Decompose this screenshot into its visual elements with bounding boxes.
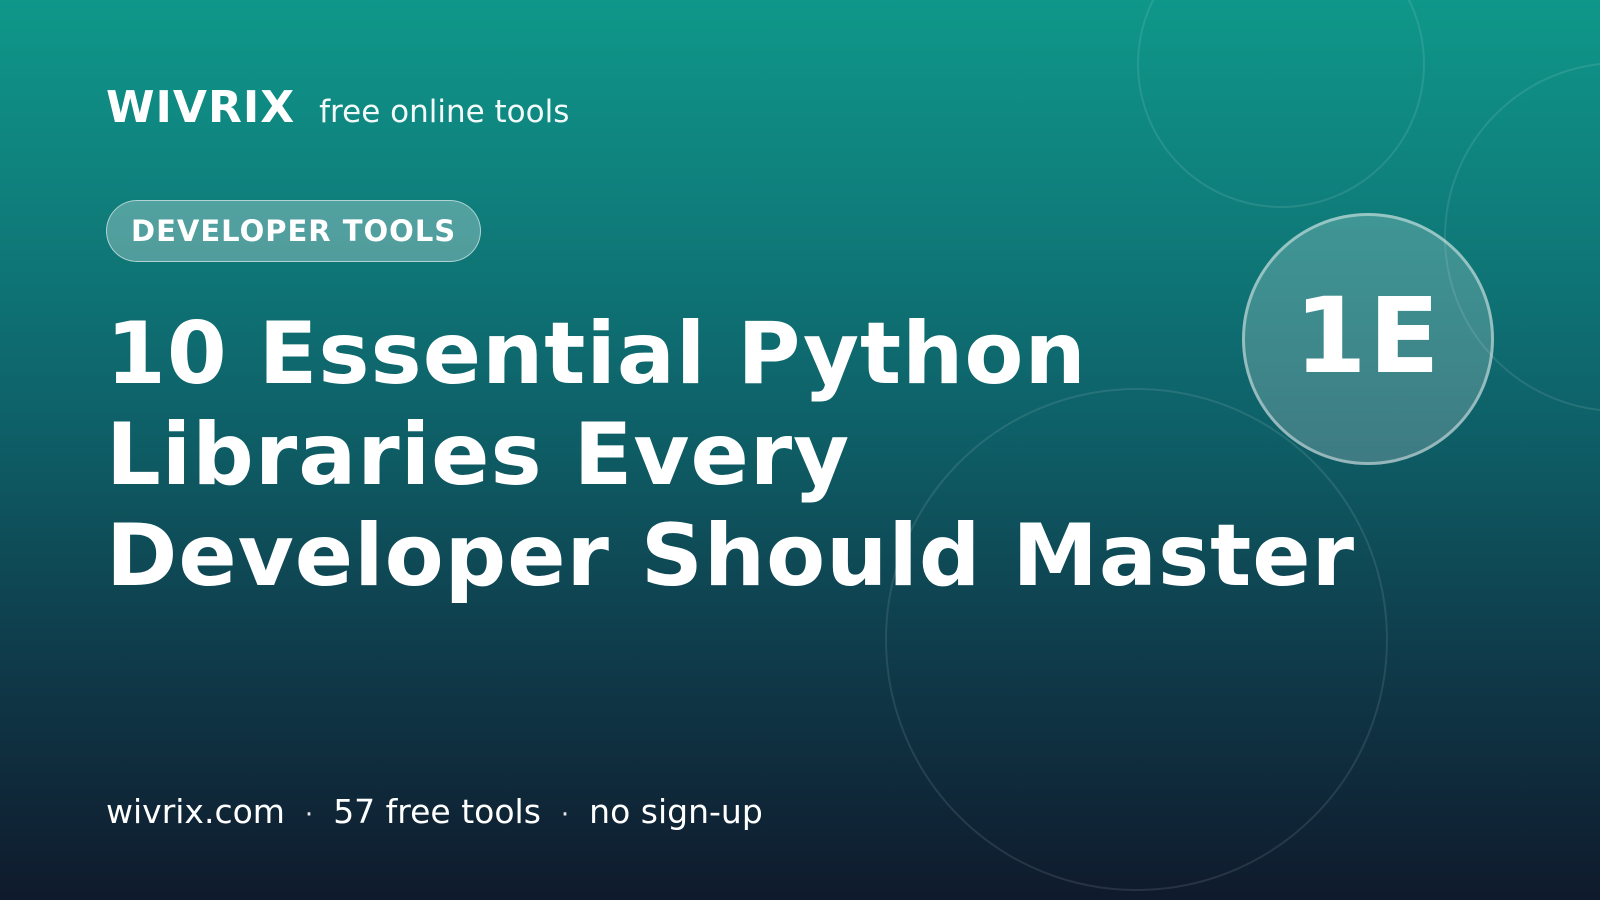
footer-site: wivrix.com [106,792,285,831]
headline-line-1: 10 Essential Python [106,304,1087,404]
badge-text: 1E [1294,275,1442,397]
brand-tagline: free online tools [319,94,570,130]
headline-line-3: Developer Should Master [106,506,1356,606]
initials-badge: 1E [1242,213,1494,465]
brand-logo-text: WIVRIX [106,82,296,133]
category-badge: DEVELOPER TOOLS [106,200,482,262]
footer-note: no sign-up [589,792,763,831]
headline-line-2: Libraries Every [106,405,851,505]
social-card: WIVRIX free online tools DEVELOPER TOOLS… [0,0,1600,900]
article-headline: 10 Essential Python Libraries Every Deve… [106,304,1366,607]
decorative-circle-top [1137,0,1425,208]
footer-tools-count: 57 free tools [333,792,541,831]
brand-header: WIVRIX free online tools [106,82,569,133]
footer-separator: · [304,800,314,830]
category-label: DEVELOPER TOOLS [131,214,457,248]
footer-separator: · [560,800,570,830]
footer-info: wivrix.com · 57 free tools · no sign-up [106,792,763,831]
